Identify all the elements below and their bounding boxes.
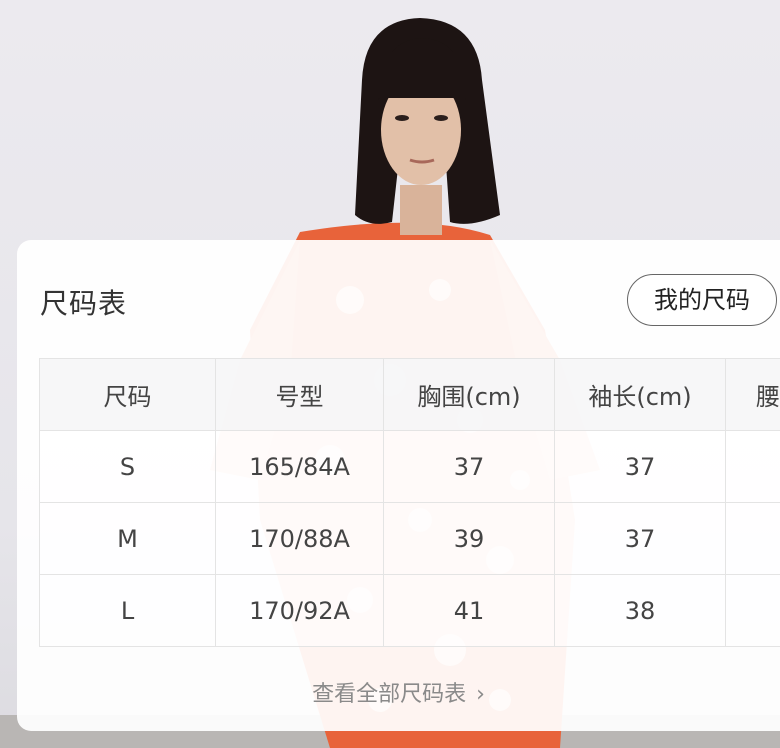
table-row: S 165/84A 37 37 xyxy=(39,430,780,503)
cell-waist xyxy=(725,574,780,647)
table-row: L 170/92A 41 38 xyxy=(39,574,780,647)
cell-waist xyxy=(725,502,780,575)
view-all-label: 查看全部尺码表 xyxy=(312,682,467,707)
cell-size: L xyxy=(39,574,216,647)
cell-bust: 39 xyxy=(383,502,555,575)
size-chart-title: 尺码表 xyxy=(40,287,128,320)
view-all-size-chart-link[interactable]: 查看全部尺码表 › xyxy=(17,676,780,708)
size-chart-card: 尺码表 我的尺码 尺码 号型 胸围(cm) 袖长(cm) 腰 S 165/84A… xyxy=(17,240,780,731)
cell-size: S xyxy=(39,430,216,503)
table-row: M 170/88A 39 37 xyxy=(39,502,780,575)
column-header-waist: 腰 xyxy=(725,358,780,431)
column-header-size: 尺码 xyxy=(39,358,216,431)
cell-sleeve: 37 xyxy=(554,430,726,503)
cell-waist xyxy=(725,430,780,503)
column-header-bust: 胸围(cm) xyxy=(383,358,555,431)
cell-type: 165/84A xyxy=(215,430,384,503)
chevron-right-icon: › xyxy=(476,682,485,707)
cell-bust: 37 xyxy=(383,430,555,503)
cell-sleeve: 37 xyxy=(554,502,726,575)
cell-sleeve: 38 xyxy=(554,574,726,647)
cell-type: 170/88A xyxy=(215,502,384,575)
cell-type: 170/92A xyxy=(215,574,384,647)
column-header-type: 号型 xyxy=(215,358,384,431)
table-header-row: 尺码 号型 胸围(cm) 袖长(cm) 腰 xyxy=(39,358,780,431)
column-header-sleeve: 袖长(cm) xyxy=(554,358,726,431)
cell-size: M xyxy=(39,502,216,575)
size-table: 尺码 号型 胸围(cm) 袖长(cm) 腰 S 165/84A 37 37 M … xyxy=(39,358,780,647)
my-size-button[interactable]: 我的尺码 xyxy=(627,274,777,326)
cell-bust: 41 xyxy=(383,574,555,647)
